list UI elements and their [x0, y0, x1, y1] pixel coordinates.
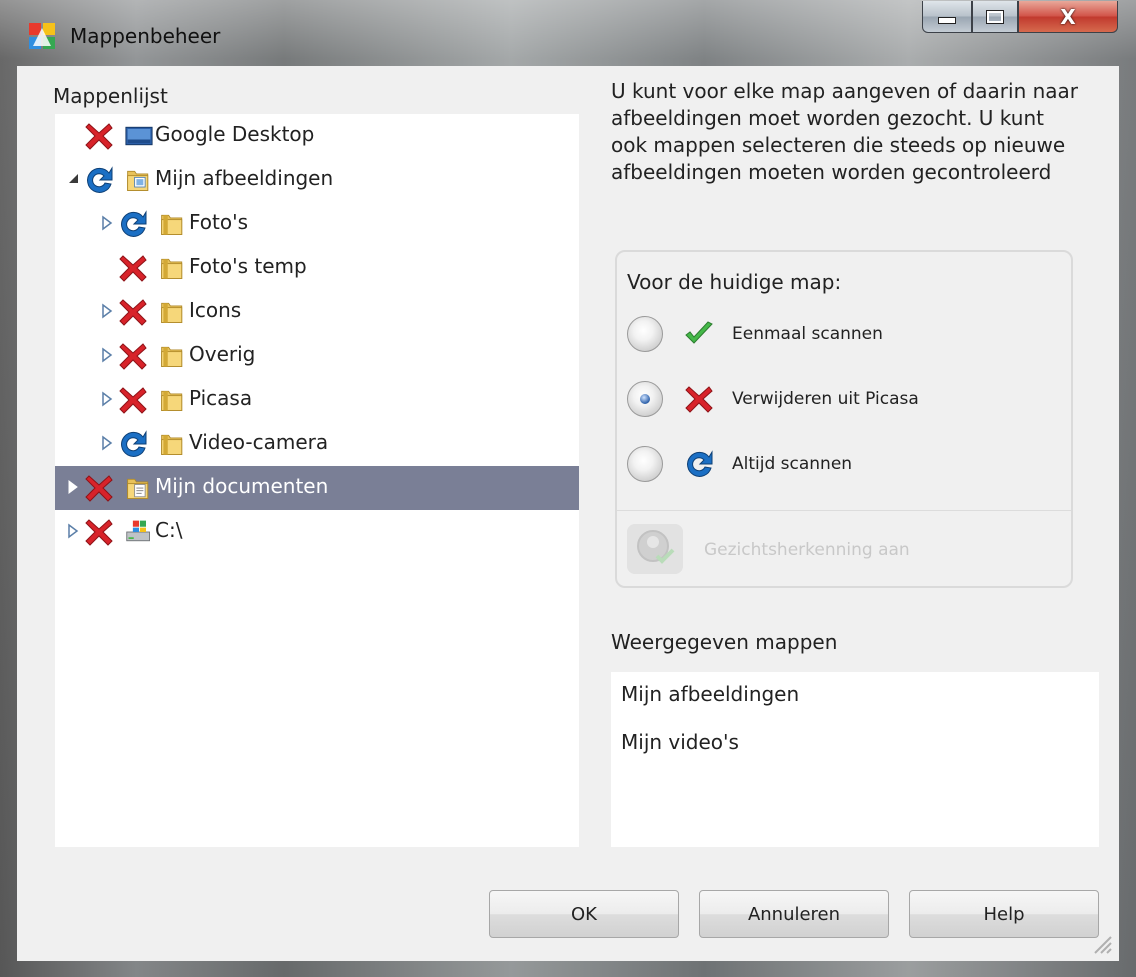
minimize-button[interactable] — [922, 1, 972, 33]
scan-once-radio[interactable] — [627, 316, 663, 352]
tree-item-label: Google Desktop — [155, 122, 315, 146]
folder-icon — [161, 390, 183, 411]
tree-item-google-desktop[interactable]: Google Desktop — [55, 114, 579, 158]
face-recognition-toggle[interactable]: Gezichtsherkenning aan — [627, 524, 1047, 574]
desktop-icon — [125, 126, 153, 146]
window-title: Mappenbeheer — [70, 24, 221, 48]
maximize-button[interactable] — [972, 1, 1018, 33]
remove-radio[interactable] — [627, 381, 663, 417]
face-recognition-icon — [627, 524, 683, 574]
tree-item-label: Picasa — [189, 386, 253, 410]
tree-item-label: Icons — [189, 298, 242, 322]
tree-item-label: Mijn afbeeldingen — [155, 166, 334, 190]
tree-expand-icon[interactable] — [65, 477, 81, 497]
red-x-icon[interactable] — [117, 384, 149, 416]
title-bar[interactable]: Mappenbeheer X — [0, 0, 1136, 66]
current-folder-options: Voor de huidige map: Eenmaal scannen Ver… — [615, 250, 1073, 588]
folder-icon — [161, 258, 183, 279]
folder-icon — [161, 434, 183, 455]
drive-icon — [126, 520, 150, 542]
option-scan-once[interactable]: Eenmaal scannen — [627, 312, 1047, 356]
red-x-icon[interactable] — [117, 296, 149, 328]
tree-item-icons[interactable]: Icons — [55, 290, 579, 334]
help-button[interactable]: Help — [909, 890, 1099, 938]
list-item[interactable]: Mijn video's — [621, 730, 739, 754]
shown-folders-label: Weergegeven mappen — [611, 630, 838, 654]
tree-item-label: Foto's — [189, 210, 249, 234]
folder-tree[interactable]: Google Desktop Mijn afbeeldingen Foto's Fot… — [55, 114, 579, 847]
picasa-app-icon — [29, 23, 55, 49]
red-x-icon[interactable] — [117, 252, 149, 284]
option-always-scan[interactable]: Altijd scannen — [627, 442, 1047, 486]
red-x-icon[interactable] — [83, 516, 115, 548]
tree-item-picasa[interactable]: Picasa — [55, 378, 579, 422]
caption-buttons: X — [922, 1, 1118, 35]
refresh-icon[interactable] — [117, 208, 149, 240]
folder-icon — [161, 214, 183, 235]
always-scan-radio[interactable] — [627, 446, 663, 482]
ok-button[interactable]: OK — [489, 890, 679, 938]
folder-icon — [161, 346, 183, 367]
cancel-button[interactable]: Annuleren — [699, 890, 889, 938]
tree-expand-icon[interactable] — [99, 301, 115, 321]
tree-item-label: Overig — [189, 342, 256, 366]
folder-icon — [161, 302, 183, 323]
tree-item-foto-s-temp[interactable]: Foto's temp — [55, 246, 579, 290]
remove-label: Verwijderen uit Picasa — [732, 389, 919, 409]
option-remove[interactable]: Verwijderen uit Picasa — [627, 377, 1047, 421]
shown-folders-list[interactable]: Mijn afbeeldingen Mijn video's — [611, 672, 1099, 847]
tree-item-label: Foto's temp — [189, 254, 307, 278]
options-separator — [617, 510, 1071, 511]
minimize-icon — [938, 17, 956, 24]
checkmark-icon — [685, 321, 713, 344]
tree-item-label: Video-camera — [189, 430, 329, 454]
resize-grip-icon[interactable] — [1091, 933, 1113, 955]
always-scan-label: Altijd scannen — [732, 454, 853, 474]
tree-item-overig[interactable]: Overig — [55, 334, 579, 378]
tree-expand-icon[interactable] — [99, 213, 115, 233]
tree-item-c[interactable]: C:\ — [55, 510, 579, 554]
folder-list-label: Mappenlijst — [53, 84, 168, 108]
refresh-icon[interactable] — [83, 164, 115, 196]
tree-item-label: C:\ — [155, 518, 183, 542]
pictures-folder-icon — [127, 170, 149, 191]
close-icon: X — [1060, 4, 1076, 29]
red-x-icon — [685, 386, 713, 413]
tree-expand-icon[interactable] — [99, 389, 115, 409]
tree-item-mijn-afbeeldingen[interactable]: Mijn afbeeldingen — [55, 158, 579, 202]
list-item[interactable]: Mijn afbeeldingen — [621, 682, 799, 706]
tree-expand-icon[interactable] — [65, 521, 81, 541]
description-text: U kunt voor elke map aangeven of daarin … — [611, 79, 1079, 184]
tree-collapse-icon[interactable] — [65, 169, 81, 189]
tree-item-label: Mijn documenten — [155, 474, 329, 498]
tree-item-foto-s[interactable]: Foto's — [55, 202, 579, 246]
red-x-icon[interactable] — [117, 340, 149, 372]
tree-expand-icon[interactable] — [99, 433, 115, 453]
close-button[interactable]: X — [1018, 1, 1118, 33]
refresh-icon — [687, 450, 713, 477]
maximize-icon — [986, 9, 1004, 24]
tree-expand-icon[interactable] — [99, 345, 115, 365]
scan-once-label: Eenmaal scannen — [732, 324, 883, 344]
current-folder-label: Voor de huidige map: — [627, 270, 842, 294]
red-x-icon[interactable] — [83, 120, 115, 152]
documents-folder-icon — [127, 478, 149, 499]
red-x-icon[interactable] — [83, 472, 115, 504]
face-recognition-label: Gezichtsherkenning aan — [704, 540, 910, 560]
dialog-client-area: Mappenlijst Google Desktop Mijn afbeeldin… — [17, 66, 1119, 961]
refresh-icon[interactable] — [117, 428, 149, 460]
tree-item-video-camera[interactable]: Video-camera — [55, 422, 579, 466]
tree-item-mijn-documenten[interactable]: Mijn documenten — [55, 466, 579, 510]
